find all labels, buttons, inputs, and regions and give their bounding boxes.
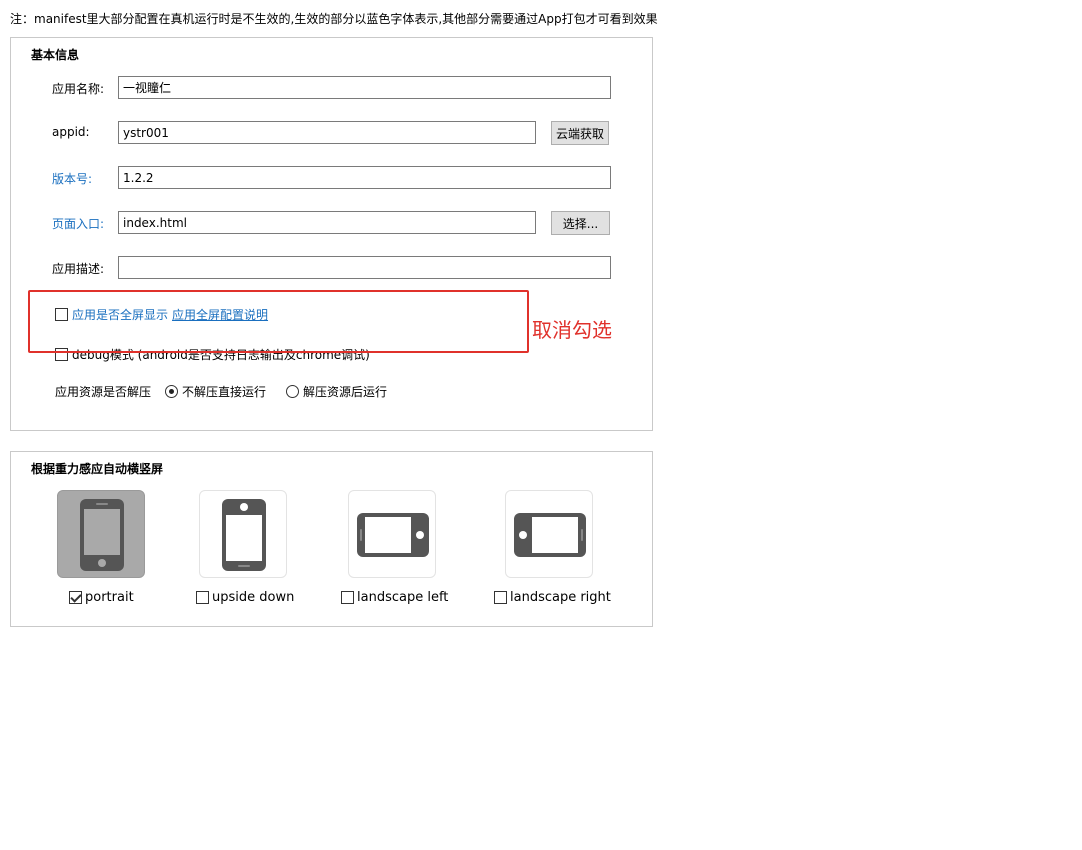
orientation-group: 根据重力感应自动横竖屏 portrait upside down landsca… <box>10 451 653 627</box>
no-unzip-radio[interactable] <box>165 385 179 398</box>
appid-label: appid: <box>52 125 90 139</box>
app-name-label: 应用名称: <box>52 82 105 96</box>
portrait-label: portrait <box>85 590 134 605</box>
landscape-right-label: landscape right <box>510 590 611 605</box>
upside-down-checkbox[interactable] <box>196 591 209 604</box>
landscape-left-option[interactable] <box>348 490 436 578</box>
landscape-left-label: landscape left <box>357 590 449 605</box>
landscape-right-checkbox[interactable] <box>494 591 507 604</box>
landscape-right-option[interactable] <box>505 490 593 578</box>
version-label: 版本号: <box>52 172 93 186</box>
unzip-row: 应用资源是否解压 不解压直接运行 解压资源后运行 <box>55 383 387 400</box>
unzip-label: 应用资源是否解压 <box>55 385 152 399</box>
orientation-title: 根据重力感应自动横竖屏 <box>31 462 164 476</box>
basic-info-title: 基本信息 <box>31 48 80 62</box>
landscape-left-checkbox[interactable] <box>341 591 354 604</box>
choose-entry-button[interactable]: 选择... <box>551 211 610 235</box>
entry-page-label: 页面入口: <box>52 217 105 231</box>
portrait-checkbox[interactable] <box>69 591 82 604</box>
annotation-box <box>28 290 529 353</box>
appid-input[interactable] <box>118 121 536 144</box>
manifest-note: 注：manifest里大部分配置在真机运行时是不生效的,生效的部分以蓝色字体表示… <box>10 12 658 26</box>
app-name-input[interactable] <box>118 76 611 99</box>
landscape-right-row: landscape right <box>494 590 611 605</box>
portrait-row: portrait <box>69 590 134 605</box>
unzip-option-label: 解压资源后运行 <box>303 385 388 399</box>
phone-upside-down-icon <box>222 499 266 571</box>
upside-down-option[interactable] <box>199 490 287 578</box>
app-desc-label: 应用描述: <box>52 262 105 276</box>
entry-page-input[interactable] <box>118 211 536 234</box>
upside-down-label: upside down <box>212 590 295 605</box>
unzip-radio[interactable] <box>286 385 300 398</box>
cloud-fetch-button[interactable]: 云端获取 <box>551 121 609 145</box>
version-input[interactable] <box>118 166 611 189</box>
phone-landscape-left-icon <box>357 513 429 557</box>
phone-landscape-right-icon <box>514 513 586 557</box>
app-desc-input[interactable] <box>118 256 611 279</box>
no-unzip-label: 不解压直接运行 <box>182 385 267 399</box>
landscape-left-row: landscape left <box>341 590 448 605</box>
portrait-option[interactable] <box>57 490 145 578</box>
phone-portrait-icon <box>80 499 124 571</box>
basic-info-group: 基本信息 应用名称: appid: 云端获取 版本号: 页面入口: 选择... … <box>10 37 653 431</box>
annotation-text: 取消勾选 <box>532 318 612 342</box>
upside-down-row: upside down <box>196 590 294 605</box>
